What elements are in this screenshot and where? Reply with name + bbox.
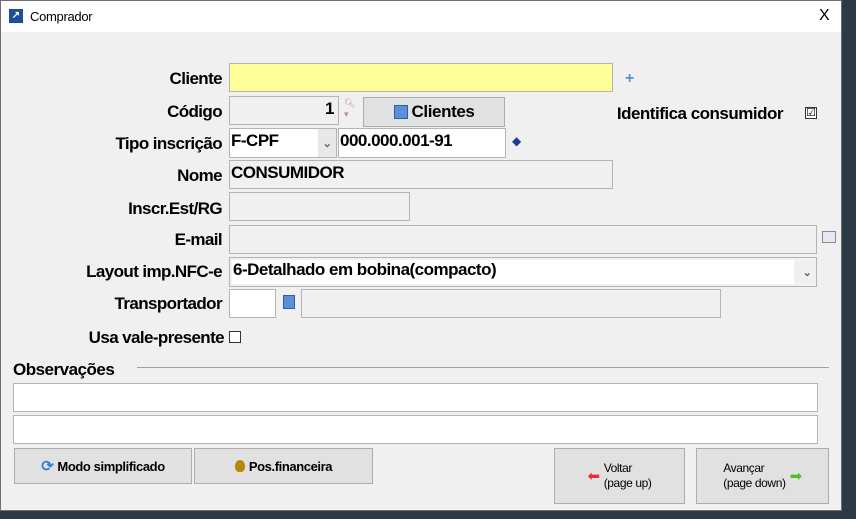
documento-input[interactable]: 000.000.001-91 xyxy=(338,128,506,158)
inscr-label: Inscr.Est/RG xyxy=(128,199,223,218)
refresh-icon: ⟳ xyxy=(41,458,54,475)
app-icon: ↗ xyxy=(9,9,23,23)
search-icon[interactable] xyxy=(283,295,295,309)
validate-icon[interactable]: ◆ xyxy=(512,134,521,148)
avancar-label: Avançar xyxy=(723,461,765,475)
codigo-label: Código xyxy=(167,102,223,121)
envelope-icon[interactable] xyxy=(822,231,836,243)
pos-label: Pos.financeira xyxy=(248,458,333,474)
avancar-sub: (page down) xyxy=(723,476,786,490)
voltar-button[interactable]: ⬅ Voltar (page up) xyxy=(554,448,685,504)
observacoes-divider xyxy=(137,367,829,368)
tipo-select[interactable]: F-CPF ⌄ xyxy=(229,128,337,158)
arrow-right-icon: ➡ xyxy=(789,468,803,485)
close-button[interactable]: X xyxy=(819,7,830,25)
observacoes-label: Observações xyxy=(13,360,115,379)
title-bar: ↗ Comprador X xyxy=(1,1,841,32)
vale-checkbox[interactable] xyxy=(229,331,241,343)
clientes-label: Clientes xyxy=(411,102,475,121)
search-dropdown-icon[interactable]: 🔍︎ ▾ xyxy=(344,98,355,120)
modo-simplificado-button[interactable]: ⟳ Modo simplificado xyxy=(14,448,192,484)
transportador-name-input[interactable] xyxy=(301,289,721,318)
clientes-button[interactable]: Clientes xyxy=(363,97,505,127)
clientes-label-wrap: Clientes xyxy=(412,102,475,122)
layout-select[interactable]: 6-Detalhado em bobina(compacto) ⌄ xyxy=(229,257,817,287)
transportador-code-input[interactable] xyxy=(229,289,276,318)
codigo-input[interactable]: 1 xyxy=(229,96,339,125)
chevron-down-icon: ⌄ xyxy=(802,266,812,279)
window-title: Comprador xyxy=(30,9,93,24)
comprador-dialog: ↗ Comprador X Cliente + Código 1 🔍︎ ▾ Cli… xyxy=(0,0,842,511)
voltar-text: Voltar (page up) xyxy=(604,461,652,491)
observacoes-line2[interactable] xyxy=(13,415,818,444)
money-bag-icon xyxy=(234,460,245,472)
identifica-checkbox[interactable]: ☑ xyxy=(805,107,817,119)
layout-value: 6-Detalhado em bobina(compacto) xyxy=(232,260,794,284)
voltar-sub: (page up) xyxy=(603,476,652,490)
avancar-button[interactable]: Avançar (page down) ➡ xyxy=(696,448,829,504)
clientes-search-icon xyxy=(393,105,408,119)
observacoes-line1[interactable] xyxy=(13,383,818,412)
add-icon[interactable]: + xyxy=(625,70,634,88)
pos-financeira-button[interactable]: Pos.financeira xyxy=(194,448,373,484)
voltar-label: Voltar xyxy=(603,461,633,475)
tipo-value: F-CPF xyxy=(231,131,279,150)
cliente-label: Cliente xyxy=(169,69,223,88)
inscr-input[interactable] xyxy=(229,192,410,221)
tipo-label: Tipo inscrição xyxy=(115,134,222,153)
avancar-text: Avançar (page down) xyxy=(723,461,786,491)
nome-label: Nome xyxy=(177,166,222,185)
arrow-left-icon: ⬅ xyxy=(587,468,601,485)
chevron-down-icon: ⌄ xyxy=(318,129,336,157)
email-label: E-mail xyxy=(174,230,223,249)
vale-label: Usa vale-presente xyxy=(88,328,225,347)
modo-label: Modo simplificado xyxy=(57,458,165,474)
email-input[interactable] xyxy=(229,225,817,254)
cliente-input[interactable] xyxy=(229,63,613,92)
nome-input[interactable]: CONSUMIDOR xyxy=(229,160,613,189)
transportador-label: Transportador xyxy=(114,294,223,313)
layout-label: Layout imp.NFC-e xyxy=(86,262,222,281)
identifica-label: Identifica consumidor xyxy=(616,104,784,123)
